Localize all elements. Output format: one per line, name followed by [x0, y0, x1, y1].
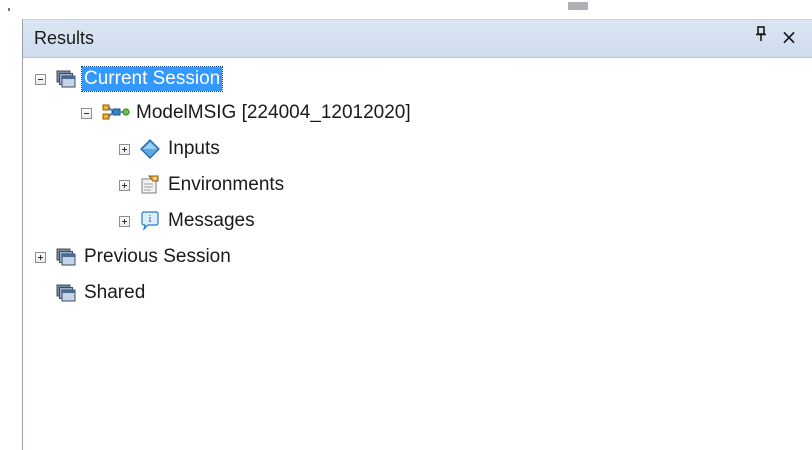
session-icon	[56, 283, 76, 303]
panel-title: Results	[34, 28, 95, 48]
session-icon	[56, 69, 76, 89]
panel-titlebar[interactable]: Results ×	[23, 20, 812, 58]
tree-label-model[interactable]: ModelMSIG [224004_12012020]	[134, 101, 413, 125]
expand-messages-toggle[interactable]	[119, 215, 130, 227]
svg-text:i: i	[149, 215, 152, 225]
expand-previous-session-toggle[interactable]	[35, 251, 46, 263]
tree-node-previous-session[interactable]: Previous Session	[35, 241, 233, 273]
collapse-current-session-toggle[interactable]	[35, 73, 46, 85]
environments-icon	[140, 175, 160, 195]
tree-label-current-session[interactable]: Current Session	[80, 66, 224, 92]
tree-node-inputs[interactable]: Inputs	[119, 133, 222, 165]
background-tick	[8, 8, 10, 11]
tree-node-current-session[interactable]: Current Session	[35, 63, 224, 95]
results-window: Results × Current Session ModelMSIG [224…	[0, 0, 812, 450]
tree-node-model[interactable]: ModelMSIG [224004_12012020]	[81, 97, 413, 129]
tree-label-messages[interactable]: Messages	[166, 209, 257, 233]
tree-label-shared[interactable]: Shared	[82, 281, 147, 305]
expand-inputs-toggle[interactable]	[119, 143, 130, 155]
inputs-diamond-icon	[140, 139, 160, 159]
session-icon	[56, 247, 76, 267]
collapse-model-toggle[interactable]	[81, 107, 92, 119]
tree-label-environments[interactable]: Environments	[166, 173, 286, 197]
tree-label-previous-session[interactable]: Previous Session	[82, 245, 233, 269]
close-icon[interactable]: ×	[778, 25, 800, 49]
tree-node-environments[interactable]: Environments	[119, 169, 286, 201]
results-tree: Current Session ModelMSIG [224004_120120…	[23, 58, 812, 450]
expand-environments-toggle[interactable]	[119, 179, 130, 191]
pin-icon[interactable]	[750, 25, 772, 49]
messages-icon: i	[140, 211, 160, 231]
results-panel: Results × Current Session ModelMSIG [224…	[22, 19, 812, 450]
tree-node-messages[interactable]: i Messages	[119, 205, 257, 237]
pin-icon-graphic	[756, 26, 766, 41]
tree-node-shared[interactable]: Shared	[35, 277, 147, 309]
background-window-edge	[568, 2, 588, 10]
tree-label-inputs[interactable]: Inputs	[166, 137, 222, 161]
model-icon	[102, 103, 130, 123]
